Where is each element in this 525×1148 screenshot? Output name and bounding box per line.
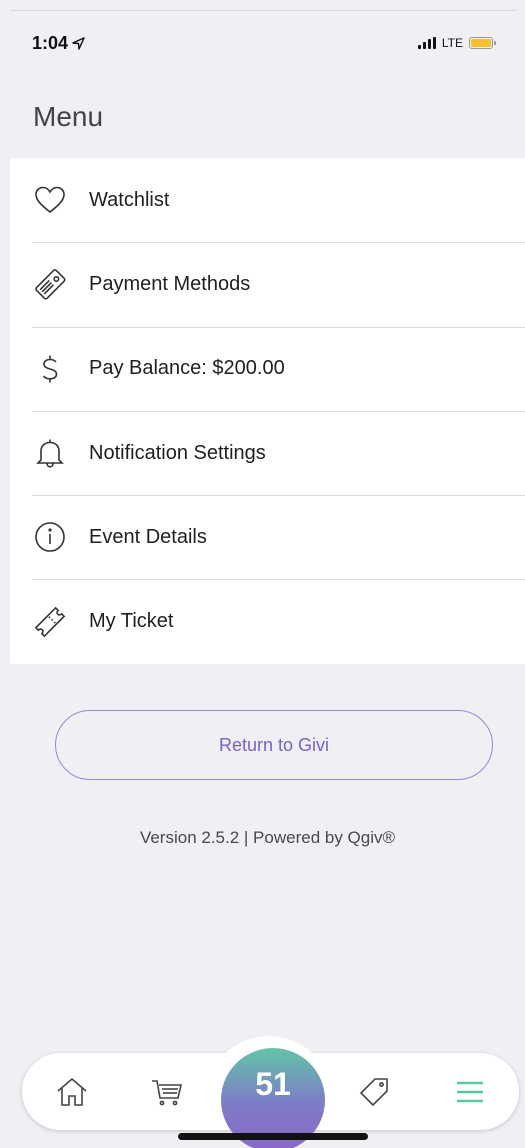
menu-item-label: Notification Settings [89, 441, 266, 464]
version-text: Version 2.5.2 | Powered by Qgiv® [139, 828, 396, 847]
status-indicators: LTE [417, 36, 496, 50]
menu-item-watchlist[interactable]: Watchlist [10, 158, 525, 242]
credit-card-icon [33, 267, 67, 301]
menu-item-my-ticket[interactable]: My Ticket [10, 579, 525, 663]
home-indicator [178, 1133, 368, 1140]
status-bar: 1:04 LTE [10, 11, 515, 75]
battery-icon [469, 37, 496, 49]
menu-item-label: Payment Methods [89, 272, 251, 295]
menu-header: Menu [10, 75, 525, 158]
bell-icon [33, 436, 67, 470]
home-icon [57, 1077, 87, 1106]
tag-icon [359, 1077, 388, 1106]
ticket-icon [33, 605, 67, 639]
menu-item-label: Event Details [89, 525, 207, 548]
page-title: Menu [33, 100, 104, 132]
menu-item-label: Pay Balance: $200.00 [89, 357, 285, 380]
menu-item-payment-methods[interactable]: Payment Methods [10, 242, 525, 326]
location-arrow-icon [72, 36, 85, 50]
menu-item-notification-settings[interactable]: Notification Settings [10, 410, 525, 495]
menu-item-label: Watchlist [89, 188, 170, 211]
tab-tag[interactable] [344, 1053, 404, 1130]
signal-icon [417, 37, 436, 49]
cart-icon [152, 1079, 183, 1105]
dollar-icon [33, 352, 67, 386]
tab-menu[interactable] [440, 1053, 500, 1130]
status-time: 1:04 [32, 33, 85, 54]
info-icon [33, 520, 67, 554]
menu-item-label: My Ticket [89, 610, 174, 633]
menu-list: Watchlist Payment Methods Pay Balance: $… [10, 158, 525, 664]
heart-icon [33, 183, 67, 217]
tab-home[interactable] [42, 1053, 102, 1130]
menu-item-pay-balance[interactable]: Pay Balance: $200.00 [10, 326, 525, 411]
menu-item-event-details[interactable]: Event Details [10, 495, 525, 579]
return-to-givi-button[interactable]: Return to Givi [55, 710, 493, 780]
center-count-label: 51 [255, 1066, 291, 1102]
hamburger-menu-icon [457, 1081, 483, 1102]
tab-cart[interactable] [137, 1053, 197, 1130]
network-type: LTE [441, 36, 463, 50]
